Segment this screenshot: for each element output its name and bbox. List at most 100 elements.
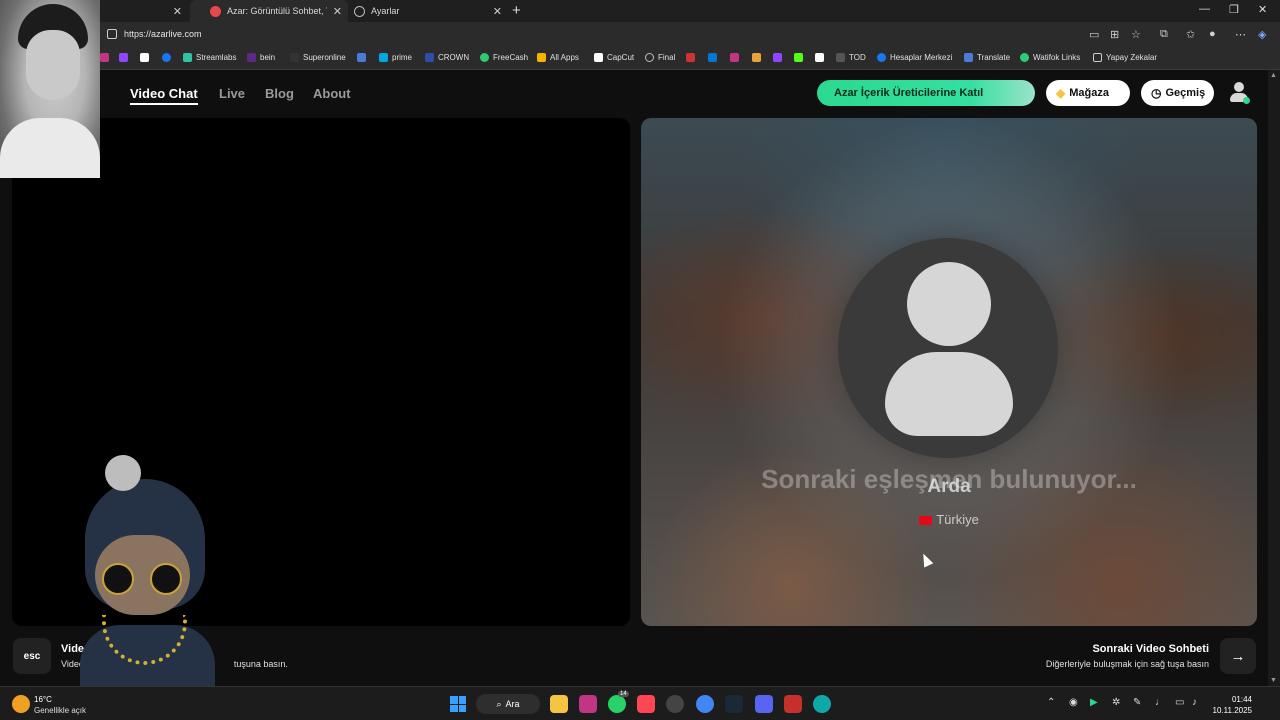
bookmark-tod[interactable]: TOD (836, 53, 866, 62)
bookmark-capcut[interactable]: CapCut (594, 53, 634, 62)
bookmark-x[interactable] (140, 53, 153, 62)
tab-azar[interactable]: Azar: Görüntülü Sohbet, Yen ✕ (190, 0, 348, 22)
tray-chevron-icon[interactable]: ⌃ (1047, 697, 1055, 708)
page-scrollbar[interactable]: ▲ ▼ (1268, 70, 1280, 686)
windows-start-icon[interactable] (450, 696, 466, 712)
tray-pen-icon[interactable]: ✎ (1133, 697, 1141, 708)
bookmark-instagram-2[interactable] (730, 53, 743, 62)
system-clock[interactable]: 01:44 10.11.2025 (1213, 694, 1252, 716)
site-info-icon[interactable] (107, 29, 117, 39)
file-explorer-icon[interactable] (550, 695, 568, 713)
chrome-icon[interactable] (696, 695, 714, 713)
weather-icon[interactable] (12, 695, 30, 713)
tray-settings-icon[interactable]: ✲ (1112, 697, 1120, 708)
tray-app-icon[interactable]: ◉ (1069, 697, 1078, 708)
close-icon[interactable]: ✕ (333, 5, 342, 18)
bookmark-hesaplar-merkezi[interactable]: Hesaplar Merkezi (877, 53, 952, 62)
bookmark-outlook[interactable] (708, 53, 721, 62)
bookmark-label: Yapay Zekalar (1106, 53, 1157, 62)
bookmark-facebook[interactable] (162, 53, 175, 62)
bookmark-all-apps[interactable]: All Apps (537, 53, 579, 62)
bookmark-superonline[interactable]: Superonline (290, 53, 346, 62)
esc-key-button[interactable]: esc (13, 638, 51, 674)
twitch-icon (773, 53, 782, 62)
extensions-icon[interactable]: ⧉ (1160, 28, 1168, 41)
more-icon[interactable]: ⋯ (1235, 28, 1246, 41)
history-button[interactable]: ◷ Geçmiş (1141, 80, 1214, 106)
nav-about[interactable]: About (313, 86, 351, 101)
bookmark-prime[interactable]: prime (379, 53, 412, 62)
restore-icon[interactable]: ❐ (1229, 3, 1239, 16)
bookmark-translate-small[interactable] (357, 53, 370, 62)
nav-live[interactable]: Live (219, 86, 245, 101)
bookmark-twitch[interactable] (119, 53, 132, 62)
search-icon: ⌕ (496, 698, 502, 709)
microphone-icon[interactable]: ♩ (1155, 697, 1165, 708)
avatar-head (907, 262, 991, 346)
close-icon[interactable]: ✕ (173, 5, 182, 18)
translate-icon (357, 53, 366, 62)
bookmark-freecash[interactable]: FreeCash (480, 53, 528, 62)
weather-temp: 16°C (34, 695, 52, 704)
shop-label: Mağaza (1069, 87, 1109, 99)
azar-favicon-icon (210, 5, 221, 17)
discord-icon[interactable] (755, 695, 773, 713)
translate-icon (964, 53, 973, 62)
bookmark-streamlabs[interactable]: Streamlabs (183, 53, 236, 62)
bookmark-label: Translate (977, 53, 1011, 62)
scroll-down-icon[interactable]: ▼ (1270, 677, 1277, 684)
kick-icon (794, 53, 803, 62)
steam-icon[interactable] (725, 695, 743, 713)
user-profile-avatar[interactable] (1229, 81, 1250, 104)
close-icon[interactable]: ✕ (493, 5, 502, 18)
next-arrow-button[interactable]: → (1220, 638, 1256, 674)
window-close-icon[interactable]: ✕ (1258, 3, 1267, 16)
new-tab-icon[interactable]: + (512, 2, 521, 19)
volume-icon[interactable]: ♪ (1192, 697, 1197, 708)
favorite-star-icon[interactable]: ☆ (1131, 28, 1141, 41)
camera-icon[interactable]: ▭ (1089, 28, 1099, 41)
shop-button[interactable]: ◆ Mağaza (1046, 80, 1130, 106)
media-player-icon[interactable] (784, 695, 802, 713)
nav-blog[interactable]: Blog (265, 86, 294, 101)
nav-video-chat[interactable]: Video Chat (130, 86, 198, 105)
edge-icon[interactable] (813, 695, 831, 713)
profile-icon[interactable]: ● (1209, 28, 1216, 40)
copilot-icon[interactable]: ◈ (1258, 28, 1266, 41)
bookmark-14[interactable] (686, 53, 699, 62)
bookmark-yapay-zekalar[interactable]: Yapay Zekalar (1093, 53, 1157, 62)
url-field[interactable]: https://azarlive.com (124, 29, 202, 39)
bookmarks-bar: Streamlabs bein Superonline prime CROWN … (0, 48, 1280, 70)
bookmark-instagram[interactable] (100, 53, 113, 62)
bookmark-17[interactable] (752, 53, 765, 62)
instagram-icon[interactable] (579, 695, 597, 713)
tab-settings-left-partial[interactable]: ✕ (100, 0, 188, 22)
avatar-head (1234, 82, 1244, 92)
all-apps-icon (537, 53, 546, 62)
bookmark-translate[interactable]: Translate (964, 53, 1010, 62)
apps-icon[interactable]: ⊞ (1110, 28, 1119, 41)
next-chat-title: Sonraki Video Sohbeti (1092, 643, 1209, 655)
favorites-icon[interactable]: ✩ (1186, 28, 1195, 41)
bookmark-twitch-2[interactable] (773, 53, 786, 62)
bookmark-x-2[interactable] (815, 53, 828, 62)
whatsapp-icon[interactable] (608, 695, 626, 713)
app-icon[interactable] (666, 695, 684, 713)
bookmark-watifok[interactable]: Watifok Links (1020, 53, 1080, 62)
bookmark-bein[interactable]: bein (247, 53, 275, 62)
creator-join-button[interactable]: Azar İçerik Üreticilerine Katıl (817, 80, 1035, 106)
twitch-icon (119, 53, 128, 62)
tray-play-icon[interactable]: ▶ (1090, 697, 1098, 708)
network-icon[interactable]: ▭ (1175, 697, 1184, 708)
taskbar-search[interactable]: ⌕ Ara (476, 694, 540, 714)
bookmark-crown[interactable]: CROWN (425, 53, 469, 62)
scroll-up-icon[interactable]: ▲ (1270, 72, 1277, 79)
bookmark-kick[interactable] (794, 53, 807, 62)
x-icon (140, 53, 149, 62)
minimize-icon[interactable]: — (1199, 3, 1210, 15)
globe-icon (645, 53, 654, 62)
online-status-dot (1243, 97, 1250, 104)
tab-ayarlar[interactable]: Ayarlar ✕ (350, 0, 508, 22)
bookmark-final[interactable]: Final (645, 53, 675, 62)
valorant-icon[interactable] (637, 695, 655, 713)
